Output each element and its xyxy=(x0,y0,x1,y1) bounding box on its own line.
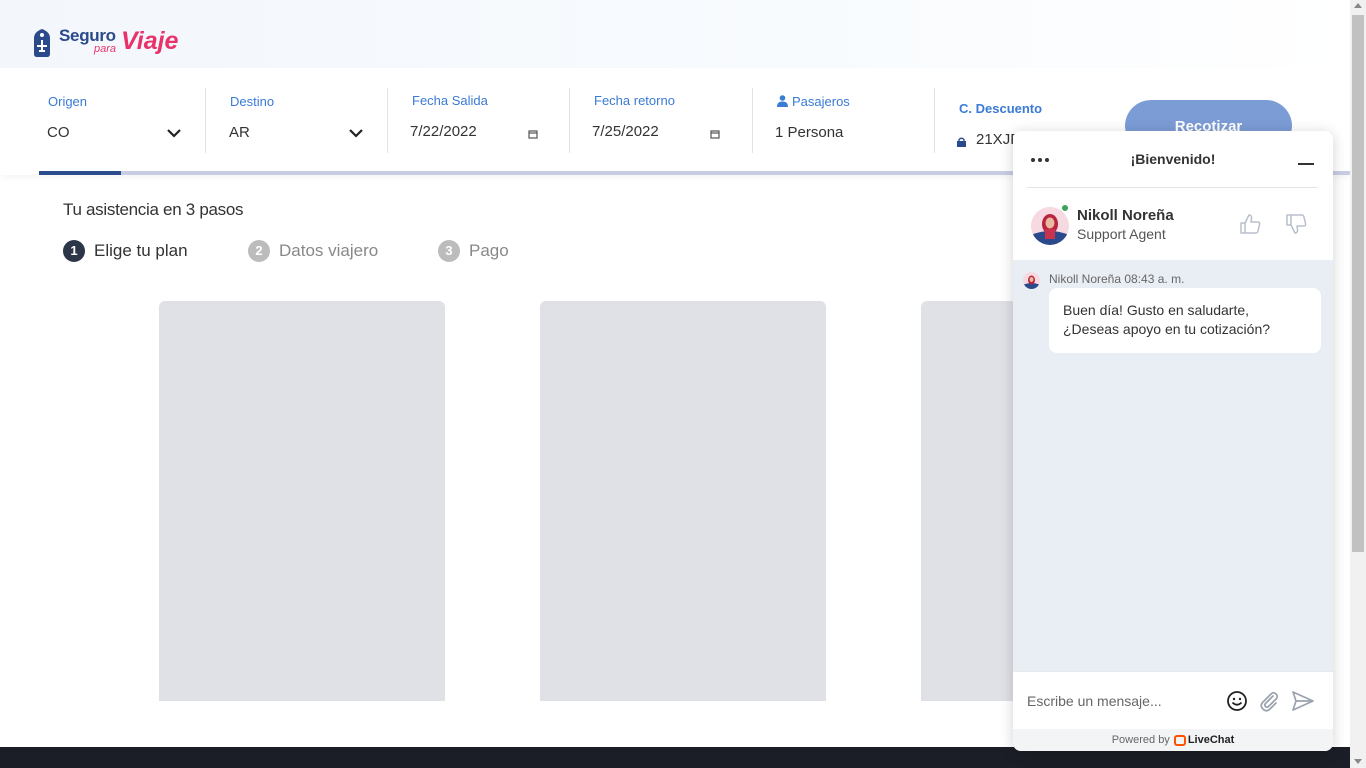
message-bubble: Buen día! Gusto en saludarte, ¿Deseas ap… xyxy=(1049,288,1321,353)
thumbs-down-icon[interactable] xyxy=(1285,213,1307,235)
thumbs-up-icon[interactable] xyxy=(1239,213,1261,235)
user-icon xyxy=(777,95,788,107)
site-header: Seguro para Viaje xyxy=(0,0,1350,68)
logo-viaje: Viaje xyxy=(121,27,179,55)
page-scrollbar[interactable] xyxy=(1350,0,1366,768)
discount-code-input[interactable]: C. Descuento 21XJF xyxy=(935,88,1042,153)
passengers-select[interactable]: Pasajeros 1 Persona xyxy=(753,88,935,153)
chat-title: ¡Bienvenido! xyxy=(1130,151,1216,167)
origin-label: Origen xyxy=(48,94,88,109)
origin-value: CO xyxy=(47,124,70,141)
departure-date-input[interactable]: Fecha Salida 7/22/2022 xyxy=(388,88,570,153)
chat-message-input[interactable] xyxy=(1027,691,1217,711)
destination-value: AR xyxy=(229,124,250,141)
scroll-down-arrow-icon[interactable] xyxy=(1354,759,1362,764)
return-value: 7/25/2022 xyxy=(592,123,659,140)
powered-by-label: Powered by xyxy=(1111,734,1170,746)
chat-divider xyxy=(1027,187,1318,188)
chevron-down-icon xyxy=(349,129,363,138)
lock-icon xyxy=(957,137,966,147)
discount-label: C. Descuento xyxy=(959,101,1043,116)
plan-card-placeholder xyxy=(540,301,826,701)
message-avatar xyxy=(1023,272,1040,289)
calendar-icon[interactable] xyxy=(528,129,538,139)
agent-name: Nikoll Noreña xyxy=(1077,207,1174,224)
passengers-label: Pasajeros xyxy=(792,94,850,109)
agent-avatar xyxy=(1031,207,1069,245)
step-label: Datos viajero xyxy=(279,240,379,260)
scrollbar-thumb[interactable] xyxy=(1352,15,1364,552)
agent-role: Support Agent xyxy=(1077,226,1166,242)
step-choose-plan[interactable]: 1 Elige tu plan xyxy=(63,239,188,262)
logo-para: para xyxy=(94,43,117,55)
step-label: Elige tu plan xyxy=(94,240,188,260)
plan-card-placeholder xyxy=(159,301,445,701)
livechat-label: LiveChat xyxy=(1187,734,1235,746)
paperclip-icon[interactable] xyxy=(1257,689,1281,713)
minimize-icon[interactable] xyxy=(1298,163,1314,165)
emoji-icon[interactable] xyxy=(1225,689,1249,713)
site-logo[interactable]: Seguro para Viaje xyxy=(30,24,199,60)
departure-label: Fecha Salida xyxy=(412,93,488,108)
calendar-icon[interactable] xyxy=(710,129,720,139)
chat-composer xyxy=(1013,671,1333,729)
livechat-bubble-icon xyxy=(1173,734,1186,746)
logo-text: Seguro para Viaje xyxy=(59,24,199,60)
departure-value: 7/22/2022 xyxy=(410,123,477,140)
plane-tag-icon xyxy=(34,29,50,57)
scroll-up-arrow-icon[interactable] xyxy=(1354,3,1362,8)
passengers-value: 1 Persona xyxy=(775,124,844,141)
steps-title: Tu asistencia en 3 pasos xyxy=(63,200,244,219)
message-line: Buen día! Gusto en saludarte, xyxy=(1063,302,1250,318)
return-label: Fecha retorno xyxy=(594,93,675,108)
chat-header: ¡Bienvenido! Nikoll Noreña Support Agent xyxy=(1013,131,1333,260)
return-date-input[interactable]: Fecha retorno 7/25/2022 xyxy=(570,88,753,153)
chevron-down-icon xyxy=(167,129,181,138)
online-status-dot xyxy=(1061,204,1069,212)
step-number: 3 xyxy=(438,239,460,262)
step-label: Pago xyxy=(469,240,509,260)
step-payment[interactable]: 3 Pago xyxy=(438,239,509,262)
step-number: 2 xyxy=(248,239,270,262)
step-number: 1 xyxy=(63,239,85,262)
step-progress-fill xyxy=(39,171,121,175)
destination-select[interactable]: Destino AR xyxy=(206,88,388,153)
livechat-logo[interactable]: LiveChat xyxy=(1173,734,1235,746)
powered-by: Powered by LiveChat xyxy=(1013,729,1333,751)
plan-card-placeholder xyxy=(921,301,1021,701)
send-icon[interactable] xyxy=(1291,689,1315,713)
step-traveler-data[interactable]: 2 Datos viajero xyxy=(248,239,378,262)
destination-label: Destino xyxy=(230,94,275,109)
livechat-widget: ¡Bienvenido! Nikoll Noreña Support Agent xyxy=(1013,131,1333,751)
message-line: ¿Deseas apoyo en tu cotización? xyxy=(1063,321,1271,337)
origin-select[interactable]: Origen CO xyxy=(39,88,206,153)
message-meta: Nikoll Noreña 08:43 a. m. xyxy=(1049,272,1185,286)
